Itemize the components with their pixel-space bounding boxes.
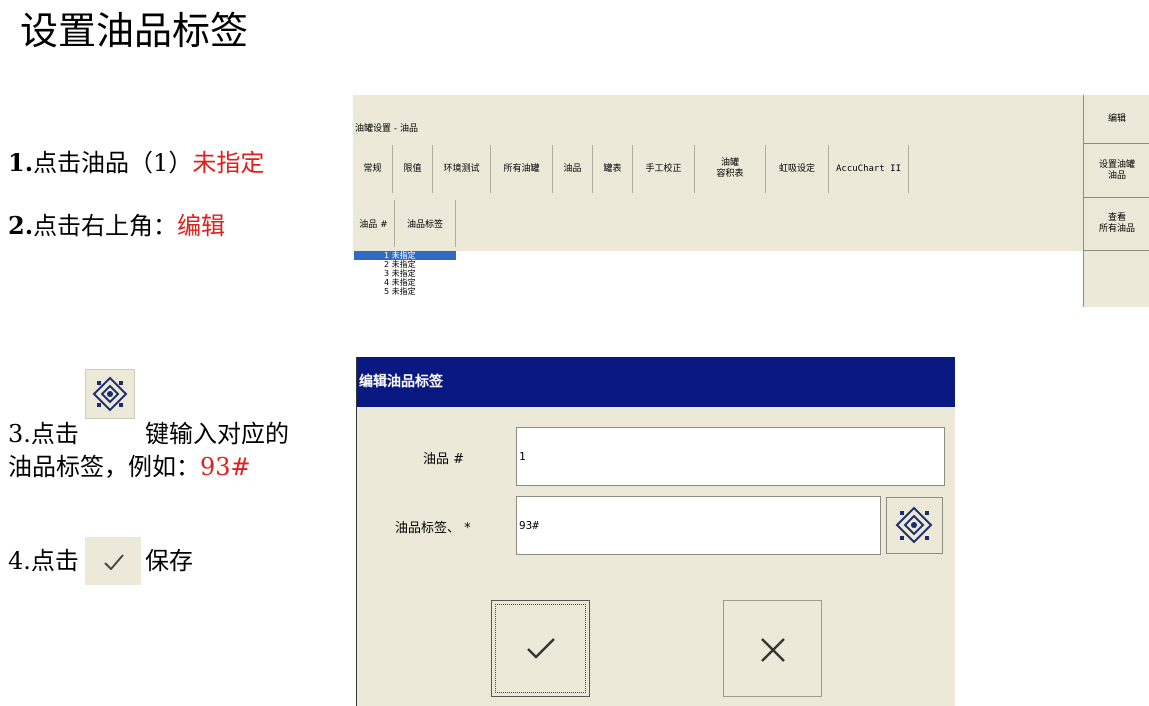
panel-title: 油罐设置 - 油品 xyxy=(355,124,418,134)
step-2-highlight: 编辑 xyxy=(177,212,226,240)
list-item-5[interactable]: 5 未指定 xyxy=(354,287,456,296)
tab-manual-calibration[interactable]: 手工校正 xyxy=(633,145,695,193)
step-4-pre: 4.点击 xyxy=(8,547,79,575)
step-3-line1-post: 键输入对应的 xyxy=(145,420,289,448)
close-x-icon xyxy=(761,638,785,662)
side-button-column: 编辑 设置油罐 油品 查看 所有油品 xyxy=(1083,95,1149,307)
list-item-2[interactable]: 2 未指定 xyxy=(354,260,456,269)
tab-siphon-setup[interactable]: 虹吸设定 xyxy=(766,145,829,193)
step-2-number: 2. xyxy=(8,211,34,240)
product-label-label: 油品标签、 * xyxy=(395,521,471,536)
confirm-button[interactable] xyxy=(491,600,590,697)
keyboard-icon xyxy=(895,506,933,544)
tank-setup-panel: 油罐设置 - 油品 常规 限值 环境测试 所有油罐 油品 罐表 手工校正 油罐 … xyxy=(353,95,1149,307)
step-2-text: 点击右上角： xyxy=(33,212,178,240)
step-3-line2: 油品标签，例如：93# xyxy=(8,452,251,482)
tab-row: 常规 限值 环境测试 所有油罐 油品 罐表 手工校正 油罐 容积表 虹吸设定 A… xyxy=(353,145,1083,193)
step-1-text: 点击油品（1） xyxy=(33,149,193,177)
keyboard-icon xyxy=(85,369,135,419)
product-list: 1 未指定 2 未指定 3 未指定 4 未指定 5 未指定 xyxy=(353,251,1083,307)
set-tank-product-button[interactable]: 设置油罐 油品 xyxy=(1084,144,1149,198)
tab-limits[interactable]: 限值 xyxy=(393,145,433,193)
tab-general[interactable]: 常规 xyxy=(353,145,393,193)
cancel-button[interactable] xyxy=(723,600,822,697)
tab-env-test[interactable]: 环境测试 xyxy=(433,145,491,193)
step-2: 2.点击右上角：编辑 xyxy=(8,211,225,241)
tab-products[interactable]: 油品 xyxy=(553,145,593,193)
checkmark-icon xyxy=(527,638,555,659)
list-item-1[interactable]: 1 未指定 xyxy=(354,251,456,260)
list-item-4[interactable]: 4 未指定 xyxy=(354,278,456,287)
view-all-products-button[interactable]: 查看 所有油品 xyxy=(1084,198,1149,251)
dialog-title: 编辑油品标签 xyxy=(357,357,955,407)
checkmark-icon xyxy=(85,537,141,585)
tab-all-tanks[interactable]: 所有油罐 xyxy=(491,145,553,193)
column-headers: 油品 # 油品标签 xyxy=(353,200,456,247)
column-product-number[interactable]: 油品 # xyxy=(353,200,395,247)
keyboard-button[interactable] xyxy=(886,497,943,554)
product-label-field[interactable]: 93# xyxy=(516,496,881,555)
step-3-line2-text: 油品标签，例如： xyxy=(8,453,200,481)
step-1-number: 1. xyxy=(8,148,34,177)
page-title: 设置油品标签 xyxy=(20,9,249,53)
tab-accuchart[interactable]: AccuChart II xyxy=(829,145,909,193)
tab-gauge[interactable]: 罐表 xyxy=(593,145,633,193)
edit-button[interactable]: 编辑 xyxy=(1084,95,1149,144)
step-3-line1-pre: 3.点击 xyxy=(8,420,79,448)
product-number-label: 油品 # xyxy=(423,452,465,467)
edit-product-label-dialog: 编辑油品标签 油品 # 1 油品标签、 * 93# xyxy=(356,357,955,706)
step-1: 1.点击油品（1）未指定 xyxy=(8,148,264,178)
list-item-3[interactable]: 3 未指定 xyxy=(354,269,456,278)
column-product-label[interactable]: 油品标签 xyxy=(395,200,456,247)
tab-tank-volume-table[interactable]: 油罐 容积表 xyxy=(695,145,766,193)
product-number-field[interactable]: 1 xyxy=(516,427,945,486)
step-3-highlight: 93# xyxy=(200,453,251,481)
step-4-post: 保存 xyxy=(145,547,193,575)
step-1-highlight: 未指定 xyxy=(192,149,265,177)
